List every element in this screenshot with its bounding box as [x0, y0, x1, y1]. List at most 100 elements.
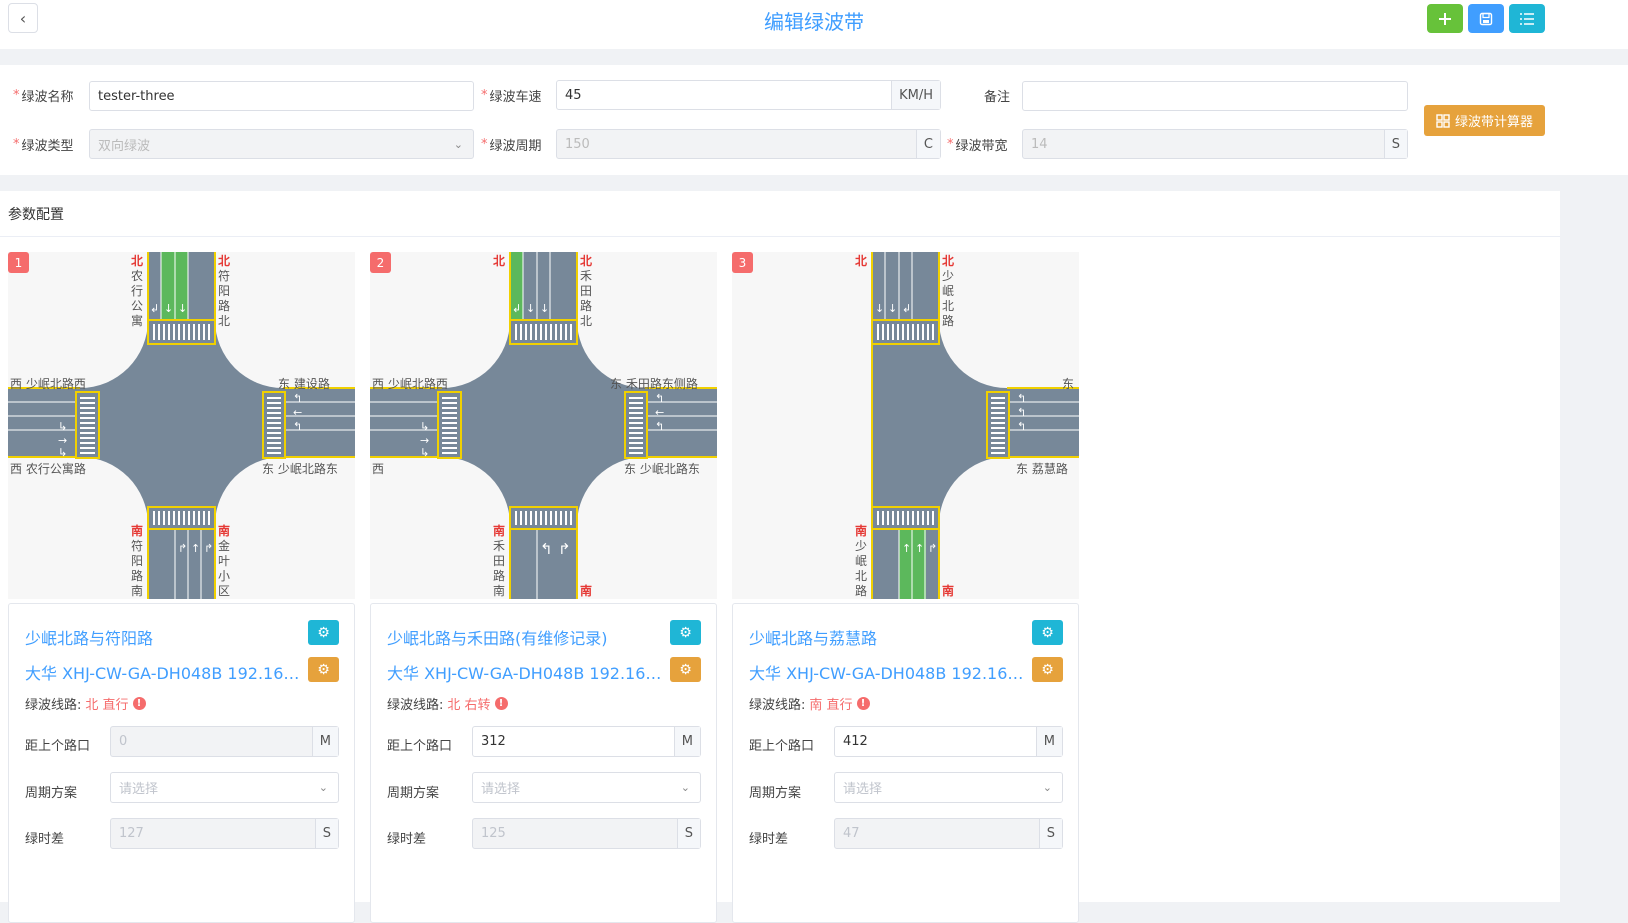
- card-index: 2: [370, 252, 391, 273]
- offset-input[interactable]: 47 S: [834, 818, 1063, 849]
- bandwidth-input[interactable]: 14 S: [1022, 129, 1408, 159]
- svg-text:↓: ↓: [526, 302, 535, 315]
- distance-input[interactable]: 0M: [110, 726, 339, 757]
- route-row: 绿波线路: 南 直行!: [749, 694, 870, 713]
- distance-unit: M: [311, 727, 338, 756]
- svg-text:↰: ↰: [1017, 406, 1026, 419]
- junction-settings-button[interactable]: ⚙: [1032, 620, 1063, 645]
- svg-text:↰: ↰: [293, 420, 302, 433]
- junction-info: 少岷北路与禾田路(有维修记录) ⚙ 大华 XHJ-CW-GA-DH048B 19…: [370, 603, 717, 923]
- page-title: 编辑绿波带: [764, 10, 864, 34]
- plan-select[interactable]: 请选择 ⌄: [834, 772, 1063, 803]
- device-settings-button[interactable]: ⚙: [670, 657, 701, 682]
- device-settings-button[interactable]: ⚙: [308, 657, 339, 682]
- junction-settings-button[interactable]: ⚙: [670, 620, 701, 645]
- plus-icon: [1439, 12, 1451, 25]
- road-label-east-top: 东: [1062, 377, 1075, 391]
- road-label-south-right: 南: [579, 584, 592, 598]
- name-input[interactable]: tester-three: [89, 81, 474, 111]
- svg-text:↳: ↳: [58, 446, 67, 459]
- road-label-east-top: 东 建设路: [278, 377, 330, 391]
- junction-name[interactable]: 少岷北路与禾田路(有维修记录): [387, 625, 608, 649]
- route-value: 北 右转: [447, 698, 491, 713]
- device-name[interactable]: 大华 XHJ-CW-GA-DH048B 192.168.1.: [749, 660, 1029, 684]
- cycle-input[interactable]: 150 C: [556, 129, 941, 159]
- gear-icon: ⚙: [679, 661, 692, 678]
- svg-text:↰: ↰: [655, 420, 664, 433]
- plan-label: 周期方案: [749, 786, 802, 801]
- svg-text:↓: ↓: [178, 302, 187, 315]
- plan-label: 周期方案: [25, 786, 78, 801]
- road-label-south-left: 南少岷北路: [854, 524, 867, 598]
- distance-input[interactable]: 412 M: [834, 726, 1063, 757]
- intersection-map: ↲ ↓ ↓ ↰ ↱ ↰←↰ ↳→↳: [370, 252, 717, 599]
- distance-unit: M: [1035, 727, 1062, 756]
- crosswalk-east: [986, 391, 1010, 459]
- offset-label: 绿时差: [749, 832, 789, 847]
- road-label-north-left: 北: [492, 254, 505, 268]
- crosswalk-north: [147, 319, 216, 345]
- plan-select[interactable]: 请选择 ⌄: [472, 772, 701, 803]
- junction-info: 少岷北路与符阳路 ⚙ 大华 XHJ-CW-GA-DH048B 192.168.1…: [8, 603, 355, 923]
- road-label-east-top: 东 禾田路东侧路: [610, 377, 698, 391]
- crosswalk-south: [147, 506, 216, 530]
- svg-text:↲: ↲: [512, 302, 521, 315]
- crosswalk-east: [262, 391, 286, 459]
- junction-settings-button[interactable]: ⚙: [308, 620, 339, 645]
- add-button[interactable]: [1427, 4, 1463, 33]
- name-label: * 绿波名称: [13, 87, 74, 105]
- junction-card: ↓ ↓ ↲ ↑ ↑ ↱ ↰ ↰ ↰ 3 北 北少岷北路 南少岷北路 南 东 东 荔慧路 少岷…: [732, 252, 1079, 923]
- calculator-button[interactable]: 绿波带计算器: [1424, 105, 1545, 136]
- svg-text:↲: ↲: [150, 302, 159, 315]
- warning-icon: !: [856, 697, 870, 710]
- road-label-north-right: 北符阳路北: [217, 254, 230, 328]
- svg-text:↲: ↲: [902, 302, 911, 315]
- chevron-down-icon: ⌄: [680, 781, 690, 794]
- type-select[interactable]: 双向绿波 ⌄: [89, 129, 474, 159]
- road-label-north-right: 北禾田路北: [579, 254, 592, 328]
- junction-card: ↲ ↓ ↓ ↱ ↑ ↱ ↰ ← ↰ ↳ → ↳ 1 北农行公寓 北符阳路北 南符阳路南 南金叶小…: [8, 252, 355, 923]
- gear-icon: ⚙: [1041, 661, 1054, 678]
- card-index: 1: [8, 252, 29, 273]
- offset-input[interactable]: 125 S: [472, 818, 701, 849]
- svg-text:↑: ↑: [915, 542, 924, 555]
- save-button[interactable]: [1468, 4, 1504, 33]
- type-label: * 绿波类型: [13, 136, 74, 154]
- road-label-west-bottom: 西: [372, 462, 385, 476]
- device-name[interactable]: 大华 XHJ-CW-GA-DH048B 192.168.1.: [25, 660, 305, 684]
- junction-name[interactable]: 少岷北路与符阳路: [25, 625, 153, 649]
- warning-icon: !: [494, 697, 508, 710]
- svg-text:↓: ↓: [164, 302, 173, 315]
- svg-text:↰: ↰: [1017, 420, 1026, 433]
- warning-icon: !: [132, 697, 146, 710]
- distance-input[interactable]: 312 M: [472, 726, 701, 757]
- svg-text:←: ←: [655, 406, 664, 419]
- chevron-down-icon: ⌄: [453, 138, 463, 151]
- offset-input[interactable]: 127 S: [110, 818, 339, 849]
- cycle-label: * 绿波周期: [481, 136, 542, 154]
- plan-select[interactable]: 请选择 ⌄: [110, 772, 339, 803]
- svg-text:↰: ↰: [655, 392, 664, 405]
- route-row: 绿波线路: 北 直行!: [25, 694, 146, 713]
- remark-input[interactable]: [1022, 81, 1408, 111]
- list-icon: [1520, 12, 1534, 25]
- road-label-north-left: 北: [854, 254, 867, 268]
- intersection-diagram: ↲ ↓ ↓ ↱ ↑ ↱ ↰ ← ↰ ↳ → ↳ 1 北农行公寓 北符阳路北 南符阳路南 南金叶小…: [8, 252, 355, 599]
- svg-text:↱: ↱: [928, 542, 937, 555]
- device-name[interactable]: 大华 XHJ-CW-GA-DH048B 192.168.1.: [387, 660, 667, 684]
- junction-info: 少岷北路与荔慧路 ⚙ 大华 XHJ-CW-GA-DH048B 192.168.1…: [732, 603, 1079, 923]
- svg-text:↓: ↓: [540, 302, 549, 315]
- road-label-south-right: 南金叶小区: [217, 524, 230, 598]
- road-label-east-bottom: 东 荔慧路: [1016, 462, 1068, 476]
- offset-unit: S: [314, 819, 338, 848]
- divider: [0, 236, 1560, 237]
- junction-name[interactable]: 少岷北路与荔慧路: [749, 625, 877, 649]
- speed-input[interactable]: 45 KM/H: [556, 80, 941, 110]
- list-button[interactable]: [1509, 4, 1545, 33]
- speed-unit: KM/H: [891, 81, 940, 109]
- device-settings-button[interactable]: ⚙: [1032, 657, 1063, 682]
- cycle-unit: C: [915, 130, 940, 158]
- speed-label: * 绿波车速: [481, 87, 542, 105]
- svg-text:↰: ↰: [293, 392, 302, 405]
- crosswalk-north: [871, 319, 940, 345]
